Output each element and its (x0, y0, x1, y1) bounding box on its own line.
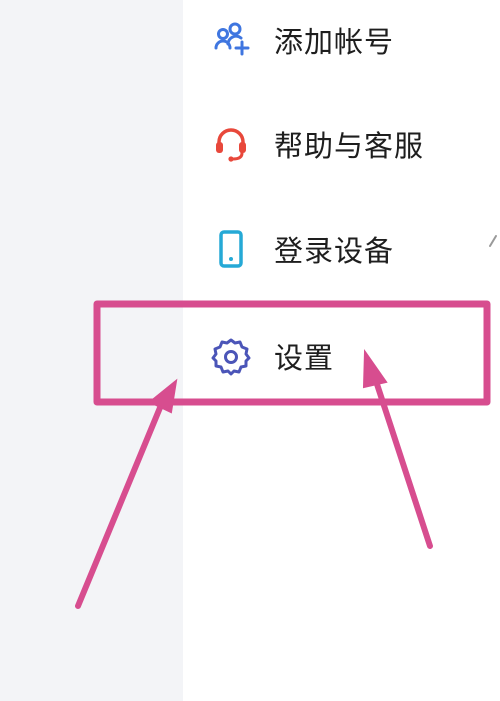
menu-label-help-support: 帮助与客服 (274, 129, 425, 163)
add-account-icon (211, 20, 251, 60)
gear-icon (211, 336, 251, 376)
left-background (0, 0, 183, 701)
menu-label-add-account: 添加帐号 (274, 25, 395, 59)
menu-label-settings: 设置 (274, 341, 335, 375)
phone-device-icon (211, 229, 251, 269)
menu-item-login-devices[interactable]: 登录设备 (183, 219, 483, 279)
partial-chevron-icon (489, 235, 497, 247)
menu-item-add-account[interactable]: 添加帐号 (183, 10, 483, 70)
menu-label-login-devices: 登录设备 (274, 234, 395, 268)
menu-item-help-support[interactable]: 帮助与客服 (183, 114, 483, 174)
headset-icon (211, 124, 251, 164)
menu-item-settings[interactable]: 设置 (183, 326, 483, 386)
